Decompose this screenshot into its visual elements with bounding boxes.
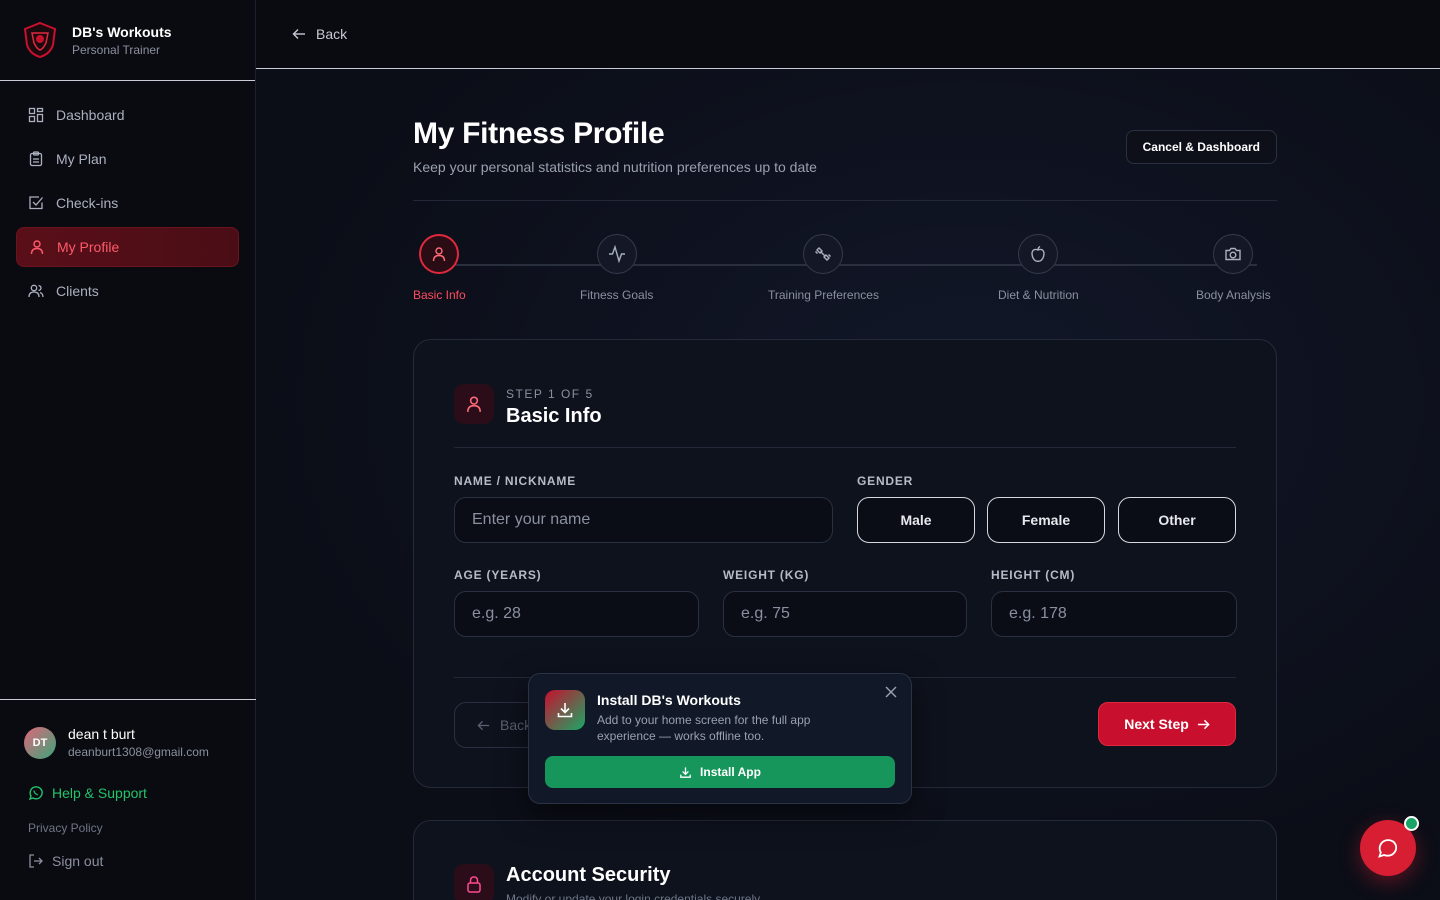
arrow-left-icon <box>292 27 306 41</box>
sidebar: DB's Workouts Personal Trainer Dashboard… <box>0 0 256 900</box>
arrow-left-icon <box>477 719 490 732</box>
page-header: My Fitness Profile Keep your personal st… <box>413 117 1277 175</box>
check-square-icon <box>28 195 44 211</box>
install-title: Install DB's Workouts <box>597 692 741 708</box>
card-title: Basic Info <box>506 405 602 427</box>
download-icon <box>679 766 692 779</box>
step-indicator: STEP 1 OF 5 <box>506 387 594 401</box>
arrow-right-icon <box>1197 718 1210 731</box>
install-description: Add to your home screen for the full app… <box>597 713 811 743</box>
help-support-link[interactable]: Help & Support <box>0 759 256 801</box>
dumbbell-icon <box>803 234 844 274</box>
step-label: Fitness Goals <box>580 288 654 302</box>
sidebar-item-label: My Plan <box>56 151 107 167</box>
sidebar-item-label: Dashboard <box>56 107 125 123</box>
gender-other-button[interactable]: Other <box>1118 497 1236 543</box>
sidebar-item-check-ins[interactable]: Check-ins <box>16 183 239 223</box>
gender-female-button[interactable]: Female <box>987 497 1105 543</box>
help-support-label: Help & Support <box>52 785 147 801</box>
brand[interactable]: DB's Workouts Personal Trainer <box>0 0 255 81</box>
sign-out-button[interactable]: Sign out <box>0 835 256 869</box>
weight-input[interactable] <box>723 591 967 637</box>
name-input[interactable] <box>454 497 833 543</box>
step-label: Training Preferences <box>768 288 879 302</box>
card-header: STEP 1 OF 5 Basic Info <box>454 384 1236 448</box>
back-link[interactable]: Back <box>292 26 347 42</box>
gender-male-button[interactable]: Male <box>857 497 975 543</box>
step-body-analysis[interactable]: Body Analysis <box>1196 234 1271 302</box>
step-label: Basic Info <box>413 288 466 302</box>
header-divider <box>413 200 1277 201</box>
top-bar: Back <box>256 0 1440 69</box>
next-step-label: Next Step <box>1124 716 1189 732</box>
name-label: NAME / NICKNAME <box>454 474 576 488</box>
step-diet-nutrition[interactable]: Diet & Nutrition <box>998 234 1079 302</box>
sidebar-item-my-plan[interactable]: My Plan <box>16 139 239 179</box>
sidebar-item-clients[interactable]: Clients <box>16 271 239 311</box>
logout-icon <box>28 853 44 869</box>
weight-label: WEIGHT (KG) <box>723 568 810 582</box>
camera-icon <box>1213 234 1254 274</box>
height-label: HEIGHT (CM) <box>991 568 1076 582</box>
shield-logo-icon <box>23 21 57 59</box>
cancel-dashboard-button[interactable]: Cancel & Dashboard <box>1125 130 1277 164</box>
activity-icon <box>596 234 637 274</box>
sidebar-footer: DT dean t burt deanburt1308@gmail.com He… <box>0 699 256 900</box>
age-input[interactable] <box>454 591 699 637</box>
install-app-button[interactable]: Install App <box>545 756 895 788</box>
account-security-title: Account Security <box>506 864 671 886</box>
clipboard-icon <box>28 151 44 167</box>
close-icon[interactable] <box>885 686 897 698</box>
height-input[interactable] <box>991 591 1237 637</box>
lock-icon <box>454 864 494 900</box>
sidebar-item-label: Check-ins <box>56 195 119 211</box>
online-status-dot <box>1404 816 1419 831</box>
user-icon <box>454 384 494 424</box>
step-label: Body Analysis <box>1196 288 1271 302</box>
sign-out-label: Sign out <box>52 853 104 869</box>
sidebar-item-my-profile[interactable]: My Profile <box>16 227 239 267</box>
user-email: deanburt1308@gmail.com <box>68 745 209 759</box>
brand-title: DB's Workouts <box>72 23 172 40</box>
whatsapp-icon <box>28 785 44 801</box>
step-training-preferences[interactable]: Training Preferences <box>768 234 879 302</box>
apple-icon <box>1018 234 1059 274</box>
account-security-card: Account Security Modify or update your l… <box>413 820 1277 900</box>
user-profile[interactable]: DT dean t burt deanburt1308@gmail.com <box>0 700 256 759</box>
user-icon <box>419 234 460 274</box>
sidebar-item-label: Clients <box>56 283 99 299</box>
step-label: Diet & Nutrition <box>998 288 1079 302</box>
profile-stepper: Basic Info Fitness Goals Training Prefer… <box>413 234 1277 304</box>
sidebar-item-dashboard[interactable]: Dashboard <box>16 95 239 135</box>
privacy-policy-link[interactable]: Privacy Policy <box>0 801 256 835</box>
avatar: DT <box>24 726 56 759</box>
next-step-button[interactable]: Next Step <box>1098 702 1236 746</box>
download-icon <box>545 690 585 730</box>
step-fitness-goals[interactable]: Fitness Goals <box>580 234 653 302</box>
brand-subtitle: Personal Trainer <box>72 42 161 57</box>
dashboard-icon <box>28 107 44 123</box>
install-app-label: Install App <box>700 765 761 779</box>
age-label: AGE (YEARS) <box>454 568 542 582</box>
chat-bubble-icon <box>1378 839 1398 858</box>
user-icon <box>29 239 45 255</box>
account-security-subtitle: Modify or update your login credentials … <box>506 892 761 900</box>
install-app-popup: Install DB's Workouts Add to your home s… <box>528 673 912 804</box>
user-name: dean t burt <box>68 726 135 742</box>
back-link-label: Back <box>316 26 348 42</box>
sidebar-item-label: My Profile <box>57 239 120 255</box>
users-icon <box>28 283 44 299</box>
sidebar-nav: Dashboard My Plan Check-ins My Profile C… <box>0 81 255 329</box>
step-basic-info[interactable]: Basic Info <box>413 234 466 302</box>
back-step-label: Back <box>500 717 532 733</box>
gender-label: GENDER <box>857 474 914 488</box>
